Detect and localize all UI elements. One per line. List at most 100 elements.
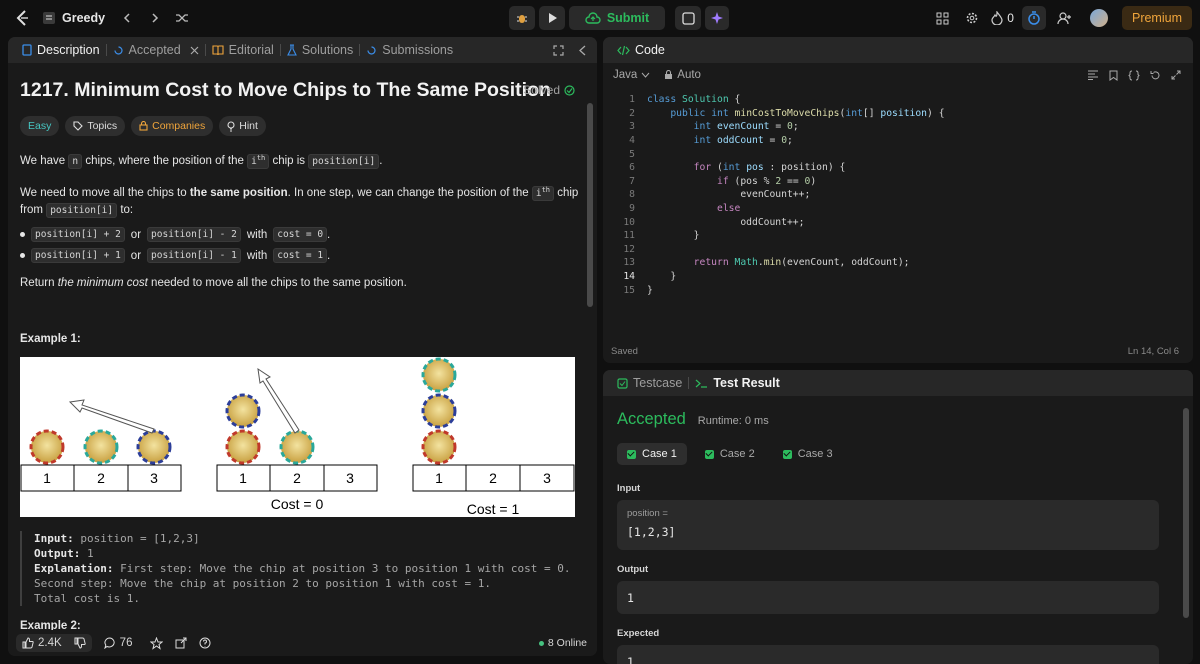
tab-solutions[interactable]: Solutions — [281, 43, 359, 57]
timer-button[interactable] — [1021, 6, 1046, 30]
topics-label: Topics — [87, 120, 118, 132]
code-line: 15} — [603, 283, 1193, 297]
braces-icon[interactable] — [1128, 70, 1140, 81]
move-arrows — [68, 368, 300, 435]
code-tab-bar: Code — [603, 37, 1193, 63]
format-icon[interactable] — [1087, 70, 1099, 81]
add-user-icon[interactable] — [1054, 11, 1076, 25]
notes-button[interactable] — [675, 6, 701, 30]
auto-mode-toggle[interactable]: Auto — [664, 69, 701, 81]
superscript: th — [541, 186, 551, 195]
cloud-upload-icon — [585, 12, 601, 24]
code-editor[interactable]: 1 class Solution { 2 public int minCostTo… — [603, 93, 1193, 297]
example-value: Second step: Move the chip at position 2… — [34, 577, 491, 591]
code-line: 11 } — [603, 229, 1193, 243]
settings-gear-icon[interactable] — [961, 11, 983, 25]
lightbulb-icon — [227, 120, 235, 132]
close-icon[interactable] — [190, 46, 199, 55]
description-tab-bar: Description Accepted Editorial Solutions… — [8, 37, 597, 63]
tab-accepted[interactable]: Accepted — [107, 43, 205, 57]
language-select[interactable]: Java — [613, 69, 650, 81]
solved-label: Solved — [523, 83, 560, 97]
sparkle-icon — [710, 11, 724, 25]
premium-button[interactable]: Premium — [1121, 6, 1192, 30]
example-key: Explanation: — [34, 562, 114, 576]
code-line: 9 else — [603, 202, 1193, 216]
tab-code[interactable]: Code — [611, 43, 671, 57]
text: . In one step, we can change the positio… — [287, 187, 529, 200]
book-icon — [212, 44, 224, 56]
text: chip is — [272, 155, 306, 168]
description-footer: 2.4K 76 8 Online — [8, 630, 597, 656]
chevron-right-icon[interactable] — [149, 12, 161, 24]
param-value: [1,2,3] — [627, 525, 676, 539]
collapse-left-icon[interactable] — [578, 45, 587, 56]
topics-button[interactable]: Topics — [65, 116, 126, 136]
check-circle-icon — [564, 84, 575, 96]
line-number: 1 — [629, 94, 635, 106]
inline-code: cost = 0 — [273, 227, 328, 243]
inline-code: position[i] - 1 — [147, 248, 241, 264]
code-line: 12 — [603, 243, 1193, 257]
auto-mode-label: Auto — [677, 69, 701, 81]
avatar[interactable] — [1089, 9, 1108, 27]
example-key: Input: — [34, 532, 74, 546]
text: . — [327, 228, 331, 241]
tab-test-result[interactable]: Test Result — [689, 376, 785, 390]
expand-icon[interactable] — [1171, 70, 1181, 81]
code-brackets-icon — [617, 45, 630, 56]
code-panel: Code Java Auto 1 class Solution { 2 publi… — [603, 37, 1193, 363]
code-line: 6 for (int pos : position) { — [603, 161, 1193, 175]
chevron-left-icon[interactable] — [121, 12, 133, 24]
problem-title: 1217. Minimum Cost to Move Chips to The … — [20, 79, 551, 101]
debug-button[interactable] — [509, 6, 535, 30]
share-icon[interactable] — [175, 637, 187, 649]
line-number: 15 — [623, 284, 635, 296]
text: We need to move all the chips to — [20, 187, 187, 200]
description-scrollbar[interactable] — [587, 103, 593, 307]
tab-testcase[interactable]: Testcase — [611, 376, 688, 390]
thumbs-down-icon[interactable] — [74, 637, 86, 649]
companies-button[interactable]: Companies — [131, 116, 214, 136]
tab-submissions[interactable]: Submissions — [360, 43, 459, 57]
layout-icon[interactable] — [931, 12, 953, 25]
code-line: 1 class Solution { — [603, 93, 1193, 107]
run-button[interactable] — [539, 6, 565, 30]
reset-icon[interactable] — [1150, 70, 1161, 81]
case-tab-3[interactable]: Case 3 — [773, 443, 843, 465]
ai-assist-button[interactable] — [705, 6, 729, 30]
streak-counter[interactable]: 0 — [991, 11, 1014, 25]
result-scrollbar[interactable] — [1183, 408, 1189, 618]
line-number: 5 — [629, 148, 635, 160]
line-number: 11 — [623, 230, 635, 242]
hint-button[interactable]: Hint — [219, 116, 266, 136]
help-icon[interactable] — [199, 637, 211, 649]
tab-code-label: Code — [635, 43, 665, 57]
streak-count: 0 — [1007, 11, 1014, 25]
shuffle-icon[interactable] — [175, 11, 189, 25]
line-number: 2 — [629, 107, 635, 119]
language-label: Java — [613, 69, 638, 81]
tab-description[interactable]: Description — [16, 43, 106, 57]
position-label: 1 — [435, 470, 443, 486]
case-tab-1[interactable]: Case 1 — [617, 443, 687, 465]
text: Return — [20, 277, 55, 290]
maximize-icon[interactable] — [553, 44, 564, 56]
line-number: 7 — [629, 175, 635, 187]
submit-button[interactable]: Submit — [569, 6, 665, 30]
star-icon[interactable] — [150, 636, 164, 650]
problem-list-button[interactable]: Greedy — [42, 11, 105, 25]
inline-code: cost = 1 — [273, 248, 328, 264]
statement-paragraph-3: Return the minimum cost needed to move a… — [20, 275, 585, 291]
submit-label: Submit — [606, 11, 650, 25]
like-button[interactable]: 2.4K — [16, 634, 92, 652]
tab-editorial[interactable]: Editorial — [206, 43, 280, 57]
check-icon — [782, 449, 792, 459]
code-line: 8 evenCount++; — [603, 188, 1193, 202]
case-tab-2[interactable]: Case 2 — [695, 443, 765, 465]
leetcode-logo-icon[interactable] — [14, 9, 32, 27]
comments-button[interactable]: 76 — [103, 637, 132, 649]
statement-paragraph-1: We have n chips, where the position of t… — [20, 150, 585, 170]
code-line: 13 return Math.min(evenCount, oddCount); — [603, 256, 1193, 270]
bookmark-icon[interactable] — [1109, 70, 1118, 81]
